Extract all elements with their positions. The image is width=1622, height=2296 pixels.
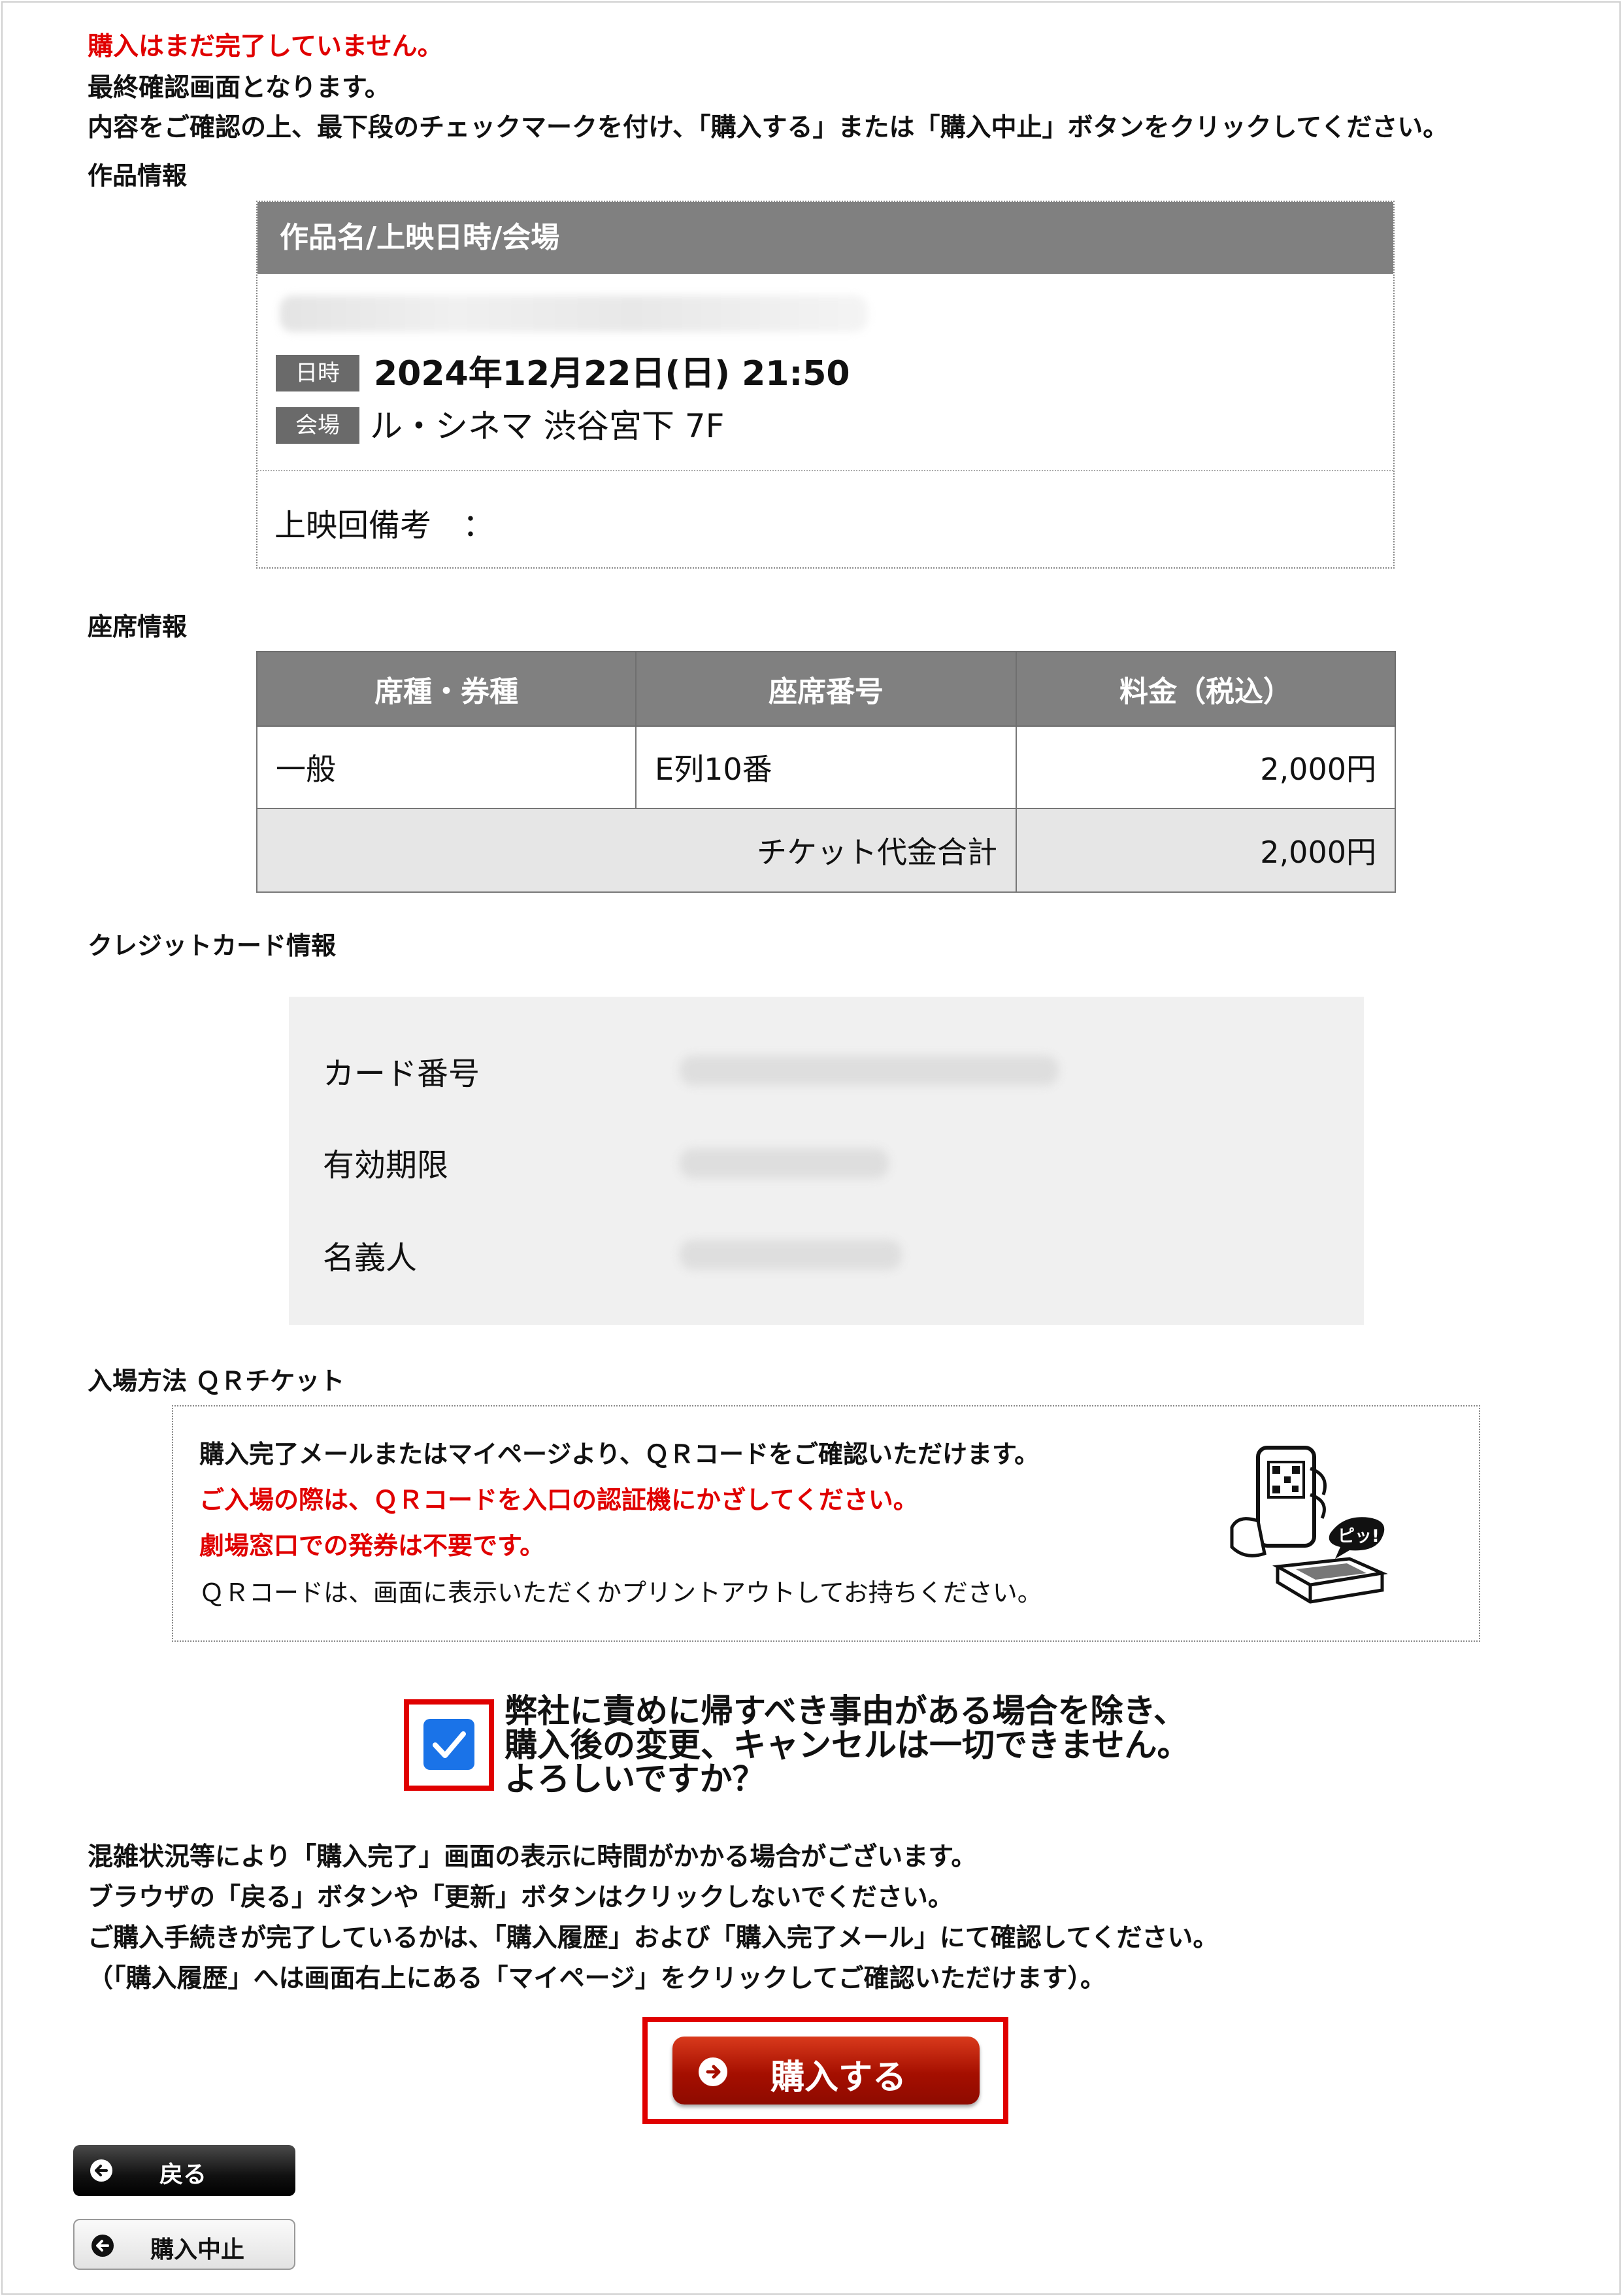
- qr-beep-bubble-text: ピッ!: [1338, 1527, 1380, 1546]
- work-info-box: 作品名/上映日時/会場 日時 2024年12月22日(日) 21:50 会場 ル…: [256, 201, 1395, 569]
- buy-button-label: 購入する: [770, 2058, 907, 2097]
- confirm-text: 弊社に責めに帰すべき事由がある場合を除き、 購入後の変更、キャンセルは一切できま…: [505, 1694, 1190, 1796]
- table-row: 一般 E列10番 2,000円: [256, 725, 1396, 809]
- venue-name: ル・シネマ 渋谷宮下 7F: [370, 407, 725, 445]
- work-info-divider: [257, 470, 1393, 471]
- back-button[interactable]: 戻る: [73, 2145, 295, 2196]
- card-number-redacted: [680, 1056, 1059, 1086]
- cancel-purchase-button-label: 購入中止: [150, 2237, 245, 2263]
- buy-button[interactable]: 購入する: [672, 2037, 980, 2105]
- card-expiry-label: 有効期限: [323, 1147, 449, 1184]
- work-info-header: 作品名/上映日時/会場: [257, 202, 1393, 274]
- card-expiry-redacted: [680, 1148, 889, 1178]
- back-button-label: 戻る: [159, 2161, 207, 2188]
- screening-datetime: 2024年12月22日(日) 21:50: [374, 354, 850, 393]
- work-info-heading: 作品情報: [88, 161, 188, 190]
- confirm-checkbox[interactable]: [423, 1719, 474, 1770]
- entry-info-line2: ご入場の際は、ＱＲコードを入口の認証機にかざしてください。: [199, 1486, 918, 1514]
- confirm-text-line3: よろしいですか？: [505, 1760, 765, 1798]
- entry-info-line1: 購入完了メールまたはマイページより、ＱＲコードをご確認いただけます。: [199, 1440, 1040, 1469]
- note-line3: ご購入手続きが完了しているかは、「購入履歴」および「購入完了メール」にて確認して…: [88, 1923, 1219, 1953]
- ticket-type-cell: 一般: [256, 725, 637, 809]
- qr-scan-illustration-icon: ピッ!: [1230, 1446, 1388, 1604]
- seat-table: 席種・券種 座席番号 料金（税込） 一般 E列10番 2,000円 チケット代金…: [256, 651, 1396, 893]
- entry-info-line4: ＱＲコードは、画面に表示いただくかプリントアウトしてお持ちください。: [199, 1578, 1042, 1607]
- cancel-purchase-button[interactable]: 購入中止: [73, 2219, 295, 2270]
- total-value: 2,000円: [1016, 808, 1396, 893]
- final-confirm-text: 最終確認画面となります。: [88, 73, 390, 103]
- confirm-text-line1: 弊社に責めに帰すべき事由がある場合を除き、: [505, 1692, 1186, 1730]
- card-info-box: カード番号 有効期限 名義人: [289, 997, 1364, 1325]
- column-header-ticket-type: 席種・券種: [256, 651, 637, 727]
- arrow-left-circle-icon: [90, 2159, 112, 2182]
- arrow-right-circle-icon: [699, 2057, 727, 2086]
- note-line4: （「購入履歴」へは画面右上にある「マイページ」をクリックしてご確認いただけます）…: [88, 1964, 1106, 1993]
- confirm-text-line2: 購入後の変更、キャンセルは一切できません。: [505, 1726, 1190, 1764]
- card-holder-label: 名義人: [323, 1240, 418, 1276]
- arrow-left-circle-icon: [91, 2235, 114, 2257]
- card-holder-redacted: [680, 1240, 902, 1270]
- entry-method-heading: 入場方法 ＱＲチケット: [88, 1367, 345, 1395]
- entry-method-box: 購入完了メールまたはマイページより、ＱＲコードをご確認いただけます。 ご入場の際…: [172, 1405, 1480, 1642]
- price-cell: 2,000円: [1016, 725, 1396, 809]
- page: 購入はまだ完了していません。 最終確認画面となります。 内容をご確認の上、最下段…: [0, 0, 1622, 2296]
- instruction-text: 内容をご確認の上、最下段のチェックマークを付け、「購入する」または「購入中止」ボ…: [88, 113, 1449, 142]
- date-badge: 日時: [276, 355, 359, 391]
- note-line2: ブラウザの「戻る」ボタンや「更新」ボタンはクリックしないでください。: [88, 1883, 953, 1912]
- card-number-label: カード番号: [323, 1056, 480, 1092]
- seat-info-heading: 座席情報: [88, 612, 188, 641]
- total-row: チケット代金合計 2,000円: [256, 808, 1396, 893]
- seat-table-header-row: 席種・券種 座席番号 料金（税込）: [256, 651, 1396, 727]
- card-info-heading: クレジットカード情報: [88, 931, 337, 960]
- venue-badge: 会場: [276, 407, 359, 444]
- not-complete-notice: 購入はまだ完了していません。: [88, 32, 443, 61]
- note-line1: 混雑状況等により「購入完了」画面の表示に時間がかかる場合がございます。: [88, 1842, 977, 1872]
- total-label: チケット代金合計: [256, 808, 1017, 893]
- entry-info-line3: 劇場窓口での発券は不要です。: [199, 1531, 545, 1560]
- confirm-checkbox-highlight: [404, 1699, 494, 1791]
- column-header-price: 料金（税込）: [1016, 651, 1396, 727]
- screening-remark: 上映回備考 ：: [274, 507, 495, 544]
- column-header-seat-number: 座席番号: [635, 651, 1017, 727]
- buy-button-highlight: 購入する: [642, 2017, 1008, 2124]
- seat-number-cell: E列10番: [635, 725, 1017, 809]
- checkmark-icon: [433, 1731, 466, 1758]
- work-title-redacted: [280, 295, 868, 332]
